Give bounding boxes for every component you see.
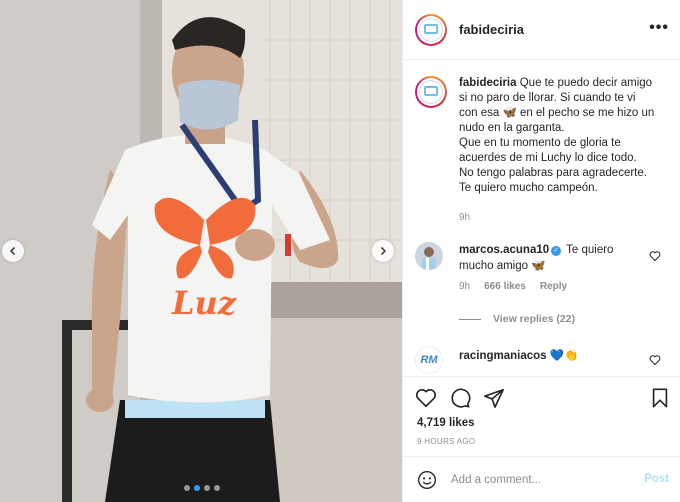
butterfly-emoji: 🦋 — [531, 260, 546, 272]
caption-line: Te quiero mucho campeón. — [459, 182, 598, 194]
caption-line: Que te puedo decir amigo — [519, 77, 653, 89]
view-replies-label: View replies (22) — [493, 313, 576, 325]
emoji-smiley-icon[interactable] — [417, 470, 437, 490]
comment-text: marcos.acuna10 ✓ Te quiero mucho amigo 🦋 — [459, 242, 639, 274]
author-username[interactable]: fabideciria — [459, 22, 524, 37]
post-side-panel: fabideciria ••• fabideciria Que te puedo… — [402, 0, 680, 502]
carousel-indicator — [184, 485, 220, 491]
save-bookmark-icon[interactable] — [649, 387, 671, 409]
carousel-dot-active — [194, 485, 200, 491]
caption-username[interactable]: fabideciria — [459, 77, 517, 89]
caption-avatar[interactable] — [415, 76, 447, 108]
verified-check-icon: ✓ — [551, 246, 562, 256]
caption-timestamp[interactable]: 9h — [459, 212, 470, 223]
racing-maniacos-logo: RM — [420, 354, 438, 366]
photo-image — [0, 0, 402, 502]
comment-timestamp[interactable]: 9h — [459, 281, 470, 292]
commenter-avatar[interactable] — [415, 242, 443, 270]
caption-line: Que en tu momento de gloria te — [459, 137, 621, 149]
butterfly-emoji: 🦋 — [502, 107, 517, 119]
likes-count[interactable]: 4,719 likes — [417, 417, 475, 429]
replies-divider — [459, 318, 481, 320]
chevron-left-icon — [9, 246, 16, 256]
comment-meta: 9h 666 likes Reply — [459, 281, 671, 292]
post-caption: fabideciria Que te puedo decir amigo si … — [415, 76, 671, 196]
tv-logo-icon — [419, 17, 443, 42]
carousel-dot — [214, 485, 220, 491]
comment-text: racingmaniacos 💙👏 — [459, 346, 639, 364]
instagram-post: Luz fabideciria ••• fabideciria Que te p… — [0, 0, 680, 502]
comment-likes[interactable]: 666 likes — [484, 281, 526, 292]
reply-button[interactable]: Reply — [540, 281, 567, 292]
caption-line: nudo en la garganta. — [459, 122, 565, 134]
add-comment-bar: Post — [403, 456, 680, 502]
carousel-dot — [184, 485, 190, 491]
caption-line: con esa — [459, 107, 500, 119]
like-comment-heart-icon[interactable] — [649, 354, 661, 366]
share-paper-plane-icon[interactable] — [483, 387, 505, 409]
post-comment-button[interactable]: Post — [644, 473, 669, 485]
commenter-username[interactable]: racingmaniacos — [459, 350, 547, 362]
post-actions: 4,719 likes 9 HOURS AGO — [403, 376, 680, 454]
caption-line: No tengo palabras para agradecerte. — [459, 167, 647, 179]
post-photo[interactable]: Luz — [0, 0, 402, 502]
comment-body: Te quiero — [566, 244, 614, 256]
previous-photo-button[interactable] — [2, 240, 24, 262]
comment-item: RM racingmaniacos 💙👏 — [415, 346, 671, 374]
comment-input[interactable] — [451, 473, 631, 486]
comment-item: marcos.acuna10 ✓ Te quiero mucho amigo 🦋 … — [415, 242, 671, 292]
chevron-right-icon — [380, 246, 387, 256]
commenter-username[interactable]: marcos.acuna10 — [459, 244, 549, 256]
caption-line: en el pecho se me hizo un — [520, 107, 655, 119]
shirt-text-luz: Luz — [172, 284, 236, 322]
next-photo-button[interactable] — [372, 240, 394, 262]
like-comment-heart-icon[interactable] — [649, 250, 661, 262]
author-avatar[interactable] — [415, 13, 447, 46]
caption-line: si no paro de llorar. Si cuando te vi — [459, 92, 636, 104]
comments-section: fabideciria Que te puedo decir amigo si … — [403, 60, 680, 376]
commenter-avatar[interactable]: RM — [415, 346, 443, 374]
post-header: fabideciria ••• — [403, 0, 680, 60]
caption-text: fabideciria Que te puedo decir amigo si … — [459, 76, 671, 196]
carousel-dot — [204, 485, 210, 491]
like-heart-icon[interactable] — [415, 387, 437, 409]
view-replies-button[interactable]: View replies (22) — [459, 313, 575, 325]
more-options-icon[interactable]: ••• — [649, 20, 669, 36]
comment-bubble-icon[interactable] — [449, 387, 471, 409]
heart-clap-emoji: 💙👏 — [549, 350, 579, 362]
caption-line: acuerdes de mi Luchy lo dice todo. — [459, 152, 637, 164]
post-timestamp[interactable]: 9 HOURS AGO — [417, 437, 475, 446]
comment-body: mucho amigo — [459, 260, 529, 272]
tv-logo-icon — [419, 80, 443, 104]
